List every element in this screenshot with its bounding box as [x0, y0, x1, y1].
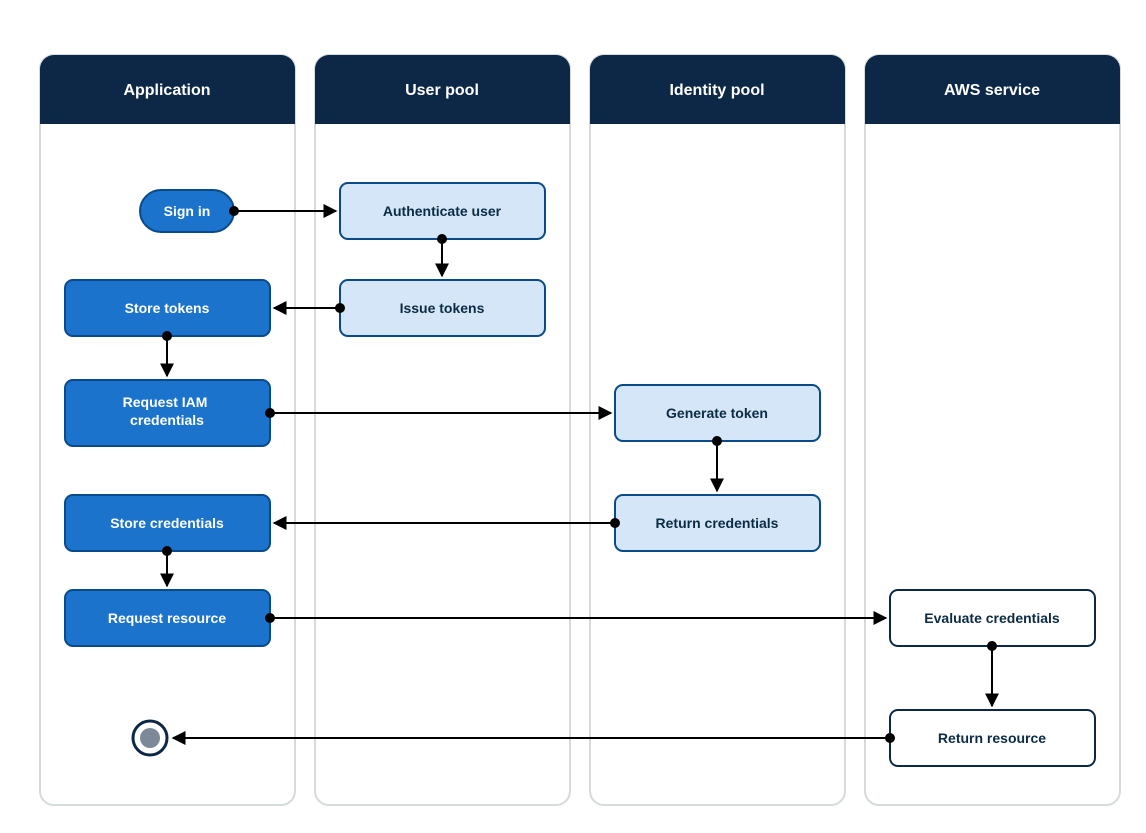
- lane-user-pool: User pool: [315, 55, 570, 805]
- node-store-tokens: Store tokens: [65, 280, 270, 336]
- flow-diagram: Application User pool Identity pool AWS …: [0, 0, 1146, 833]
- node-sign-in: Sign in: [140, 190, 234, 232]
- node-return-credentials: Return credentials: [615, 495, 820, 551]
- start-dot-8: [163, 547, 171, 555]
- start-dot-10: [988, 642, 996, 650]
- start-dot-2: [438, 235, 446, 243]
- lane-header-user-pool: User pool: [405, 82, 479, 99]
- label-authenticate-user: Authenticate user: [383, 203, 502, 219]
- start-dot-3: [336, 304, 344, 312]
- node-return-resource: Return resource: [890, 710, 1095, 766]
- node-generate-token: Generate token: [615, 385, 820, 441]
- label-return-credentials: Return credentials: [656, 515, 779, 531]
- node-request-resource: Request resource: [65, 590, 270, 646]
- lane-header-application: Application: [123, 82, 210, 99]
- node-evaluate-credentials: Evaluate credentials: [890, 590, 1095, 646]
- start-dot-7: [611, 519, 619, 527]
- label-issue-tokens: Issue tokens: [400, 300, 485, 316]
- lane-header-identity-pool: Identity pool: [669, 82, 764, 99]
- start-dot-4: [163, 332, 171, 340]
- start-dot-1: [230, 207, 238, 215]
- node-store-credentials: Store credentials: [65, 495, 270, 551]
- label-store-credentials: Store credentials: [110, 515, 224, 531]
- node-authenticate-user: Authenticate user: [340, 183, 545, 239]
- label-request-resource: Request resource: [108, 610, 226, 626]
- label-return-resource: Return resource: [938, 730, 1046, 746]
- node-issue-tokens: Issue tokens: [340, 280, 545, 336]
- node-request-iam-credentials: Request IAM credentials: [65, 380, 270, 446]
- label-sign-in: Sign in: [164, 203, 211, 219]
- label-evaluate-credentials: Evaluate credentials: [924, 610, 1060, 626]
- start-dot-9: [266, 614, 274, 622]
- start-dot-6: [713, 437, 721, 445]
- start-dot-11: [886, 734, 894, 742]
- lane-header-aws-service: AWS service: [944, 82, 1040, 99]
- start-dot-5: [266, 409, 274, 417]
- label-store-tokens: Store tokens: [125, 300, 210, 316]
- label-generate-token: Generate token: [666, 405, 768, 421]
